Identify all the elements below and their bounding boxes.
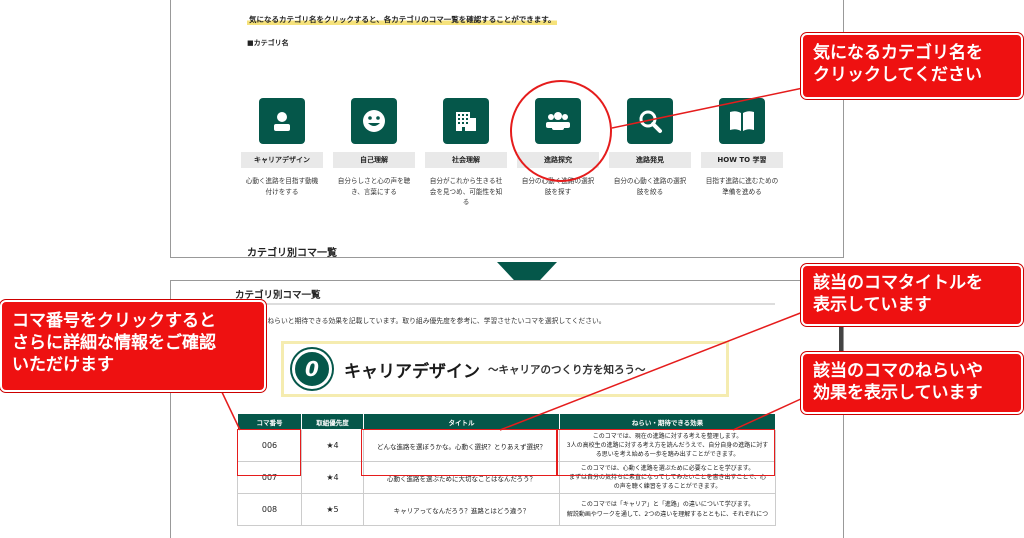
callout-number: コマ番号をクリックすると さらに詳細な情報をご確認 いただけます — [0, 300, 266, 392]
lesson-title: キャリアってなんだろう？進路とはどう違う？ — [363, 493, 560, 526]
category-self-understanding[interactable]: 自己理解 自分らしさと心の声を聴き、言葉にする — [333, 98, 415, 197]
highlight-aim-cell — [557, 429, 775, 476]
aim-line: このコマでは「キャリア」と「進路」の違いについて学びます。 — [580, 501, 755, 509]
list-intro-text: コマのねらいと期待できる効果を記載しています。取り組み優先度を参考に、学習させた… — [247, 317, 606, 325]
category-desc: 目指す進路に進むための準備を進める — [705, 177, 779, 196]
priority-value: ★4 — [301, 461, 364, 494]
category-number-badge: 0 — [292, 349, 332, 389]
page-title: カテゴリ別コマ一覧 — [235, 290, 321, 301]
col-header-aim: ねらい・期待できる効果 — [559, 413, 776, 430]
category-banner: 0 キャリアデザイン 〜キャリアのつくり方を知ろう〜 — [281, 341, 729, 397]
table-header-row: コマ番号 取組優先度 タイトル ねらい・期待できる効果 — [237, 413, 776, 430]
aim-line: 解説動画やワークを通して、2つの違いを理解するとともに、それぞれにつ — [566, 510, 769, 518]
callout-line: 表示しています — [813, 295, 932, 316]
scrollbar[interactable] — [839, 323, 843, 353]
callout-line: さらに詳細な情報をご確認 — [12, 333, 216, 354]
category-label[interactable]: 進路発見 — [609, 152, 691, 168]
banner-subtitle: 〜キャリアのつくり方を知ろう〜 — [488, 363, 646, 376]
category-label[interactable]: キャリアデザイン — [241, 152, 323, 168]
category-career-design[interactable]: キャリアデザイン 心動く進路を目指す動機付けをする — [241, 98, 323, 197]
callout-line: コマ番号をクリックすると — [12, 311, 216, 331]
category-career-discovery[interactable]: 進路発見 自分の心動く進路の選択肢を絞る — [609, 98, 691, 197]
callout-line: クリックしてください — [813, 65, 982, 86]
category-heading: ■カテゴリ名 — [247, 39, 289, 47]
highlight-title-cell — [361, 429, 557, 476]
callout-line: 気になるカテゴリ名を — [813, 43, 983, 63]
category-label[interactable]: 自己理解 — [333, 152, 415, 168]
callout-category: 気になるカテゴリ名を クリックしてください — [801, 33, 1023, 99]
category-desc: 自分がこれから生きる社会を見つめ、可能性を知る — [429, 177, 503, 207]
callout-line: 該当のコマタイトルを — [813, 273, 983, 293]
book-icon — [719, 98, 765, 144]
col-header-title: タイトル — [363, 413, 560, 430]
title-divider — [235, 303, 775, 305]
callout-line: 該当のコマのねらいや — [813, 361, 983, 381]
magnifier-icon — [627, 98, 673, 144]
category-desc: 心動く進路を目指す動機付けをする — [245, 177, 319, 196]
section-heading: カテゴリ別コマ一覧 — [247, 248, 337, 258]
category-desc: 自分の心動く進路の選択肢を絞る — [613, 177, 687, 196]
category-intro-text: 気になるカテゴリ名をクリックすると、各カテゴリのコマ一覧を確認することができます… — [247, 14, 558, 25]
table-row: 008 ★5 キャリアってなんだろう？進路とはどう違う？ このコマでは「キャリア… — [237, 493, 776, 526]
callout-title: 該当のコマタイトルを 表示しています — [801, 264, 1023, 326]
smiley-icon — [351, 98, 397, 144]
category-howto-learning[interactable]: HOW TO 学習 目指す進路に進むための準備を進める — [701, 98, 783, 197]
callout-aim: 該当のコマのねらいや 効果を表示しています — [801, 352, 1023, 414]
building-icon — [443, 98, 489, 144]
priority-value: ★5 — [301, 493, 364, 526]
lesson-aim: このコマでは「キャリア」と「進路」の違いについて学びます。 解説動画やワークを通… — [559, 493, 776, 526]
priority-value: ★4 — [301, 429, 364, 462]
category-society-understanding[interactable]: 社会理解 自分がこれから生きる社会を見つめ、可能性を知る — [425, 98, 507, 208]
col-header-number: コマ番号 — [237, 413, 302, 430]
category-label[interactable]: HOW TO 学習 — [701, 152, 783, 168]
person-icon — [259, 98, 305, 144]
banner-title: キャリアデザイン — [344, 361, 480, 382]
lesson-number-link[interactable]: 008 — [237, 493, 302, 526]
highlight-number-cell — [237, 429, 301, 476]
category-page-screenshot: 気になるカテゴリ名をクリックすると、各カテゴリのコマ一覧を確認することができます… — [170, 0, 844, 258]
callout-line: いただけます — [12, 355, 114, 376]
col-header-priority: 取組優先度 — [301, 413, 364, 430]
category-label[interactable]: 社会理解 — [425, 152, 507, 168]
callout-line: 効果を表示しています — [813, 383, 983, 404]
lesson-list-screenshot: カテゴリ別コマ一覧 コマのねらいと期待できる効果を記載しています。取り組み優先度… — [170, 280, 844, 538]
category-desc: 自分らしさと心の声を聴き、言葉にする — [337, 177, 411, 196]
highlight-circle — [510, 80, 612, 182]
